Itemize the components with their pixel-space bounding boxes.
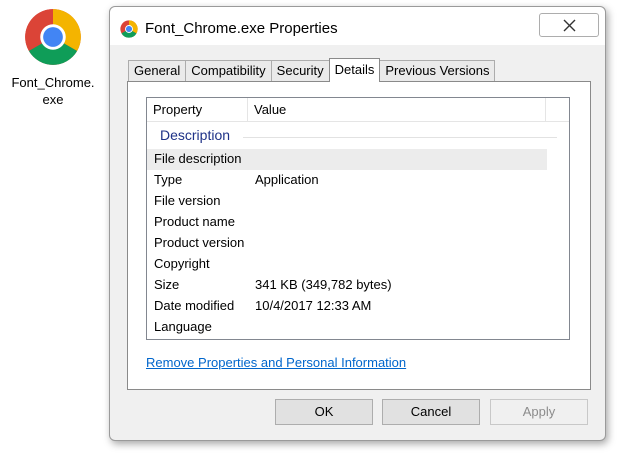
- property-value: 10/4/2017 12:33 AM: [255, 298, 372, 313]
- apply-button[interactable]: Apply: [490, 399, 588, 425]
- window-title: Font_Chrome.exe Properties: [145, 20, 338, 37]
- property-name: File version: [154, 193, 221, 208]
- list-header: Property Value: [147, 98, 569, 122]
- desktop-file-icon[interactable]: Font_Chrome. exe: [0, 4, 106, 108]
- table-row[interactable]: Copyright: [147, 254, 547, 275]
- ok-button[interactable]: OK: [275, 399, 373, 425]
- tab-general[interactable]: General: [128, 60, 187, 81]
- desktop-file-label: Font_Chrome. exe: [11, 75, 95, 107]
- table-row[interactable]: Date modified 10/4/2017 12:33 AM: [147, 296, 547, 317]
- table-row[interactable]: Size 341 KB (349,782 bytes): [147, 275, 547, 296]
- table-row[interactable]: Product version: [147, 233, 547, 254]
- cancel-button[interactable]: Cancel: [382, 399, 480, 425]
- remove-properties-link[interactable]: Remove Properties and Personal Informati…: [146, 355, 406, 370]
- property-name: Size: [154, 277, 180, 292]
- close-icon: [563, 19, 576, 32]
- tab-previous-versions[interactable]: Previous Versions: [379, 60, 496, 81]
- table-row[interactable]: File description: [147, 149, 547, 170]
- table-row[interactable]: Language: [147, 317, 547, 338]
- property-name: Date modified: [154, 298, 235, 313]
- property-rows: File description Type Application File v…: [147, 149, 569, 338]
- property-name: Product version: [154, 235, 245, 250]
- close-button[interactable]: [539, 13, 599, 37]
- column-header-value[interactable]: Value: [248, 98, 546, 122]
- group-divider: [243, 137, 557, 138]
- chrome-icon: [120, 20, 138, 38]
- details-list[interactable]: Property Value Description File descript…: [146, 97, 570, 340]
- property-name: File description: [154, 151, 242, 166]
- group-header-description: Description: [147, 125, 569, 147]
- tab-details[interactable]: Details: [328, 58, 381, 82]
- table-row[interactable]: File version: [147, 191, 547, 212]
- property-name: Language: [154, 319, 212, 334]
- title-bar[interactable]: Font_Chrome.exe Properties: [110, 7, 605, 45]
- table-row[interactable]: Type Application: [147, 170, 547, 191]
- tab-security[interactable]: Security: [270, 60, 330, 81]
- group-label: Description: [160, 127, 231, 143]
- tab-strip: General Compatibility Security Details P…: [128, 58, 496, 82]
- property-name: Copyright: [154, 256, 210, 271]
- table-row[interactable]: Product name: [147, 212, 547, 233]
- property-value: 341 KB (349,782 bytes): [255, 277, 392, 292]
- details-panel: Property Value Description File descript…: [127, 81, 591, 390]
- property-name: Type: [154, 172, 183, 187]
- column-header-property[interactable]: Property: [147, 98, 248, 122]
- properties-dialog: Font_Chrome.exe Properties General Compa…: [109, 6, 606, 441]
- chrome-icon: [25, 9, 81, 65]
- property-name: Product name: [154, 214, 235, 229]
- tab-compatibility[interactable]: Compatibility: [185, 60, 272, 81]
- property-value: Application: [255, 172, 319, 187]
